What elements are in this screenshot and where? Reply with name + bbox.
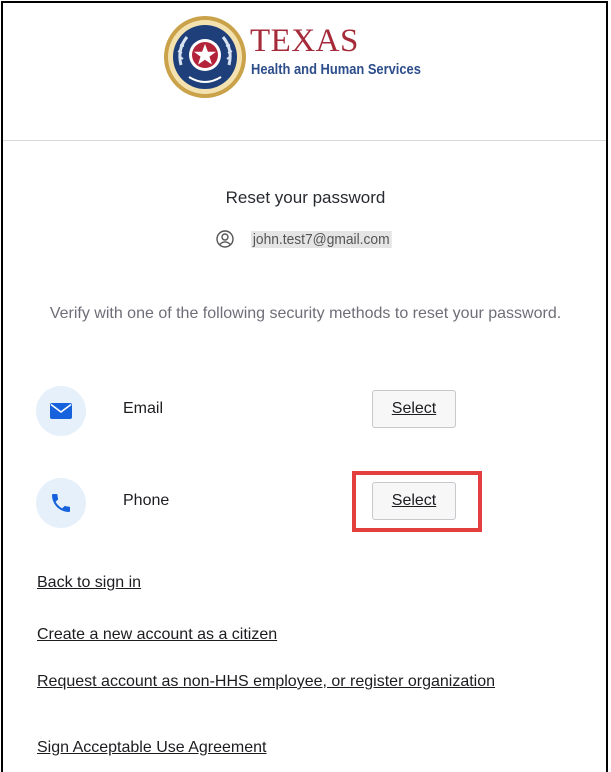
highlight-annotation — [352, 471, 482, 532]
sign-agreement-link[interactable]: Sign Acceptable Use Agreement — [37, 738, 266, 758]
identifier-row: john.test7@gmail.com — [216, 230, 404, 248]
method-email-label: Email — [123, 400, 164, 417]
logo-hhs-text: Health and Human Services — [251, 61, 421, 78]
texas-hhs-seal-logo — [164, 16, 246, 98]
identifier-email: john.test7@gmail.com — [251, 230, 392, 248]
instruction-text: Verify with one of the following securit… — [49, 305, 562, 322]
email-select-button[interactable]: Select — [372, 390, 456, 428]
user-icon — [216, 230, 234, 248]
envelope-icon — [50, 403, 72, 419]
header: TEXAS Health and Human Services — [3, 3, 606, 141]
back-to-sign-in-link[interactable]: Back to sign in — [37, 573, 141, 593]
request-account-link[interactable]: Request account as non-HHS employee, or … — [37, 672, 557, 692]
email-icon-badge — [36, 386, 86, 436]
method-email: Email Select — [36, 386, 576, 436]
phone-icon-badge — [36, 478, 86, 528]
create-account-link[interactable]: Create a new account as a citizen — [37, 625, 277, 645]
phone-icon — [52, 494, 70, 512]
method-phone-label: Phone — [123, 492, 170, 509]
logo-texas-text: TEXAS — [250, 23, 359, 59]
page-title: Reset your password — [225, 188, 386, 207]
method-phone: Phone Select — [36, 478, 576, 528]
